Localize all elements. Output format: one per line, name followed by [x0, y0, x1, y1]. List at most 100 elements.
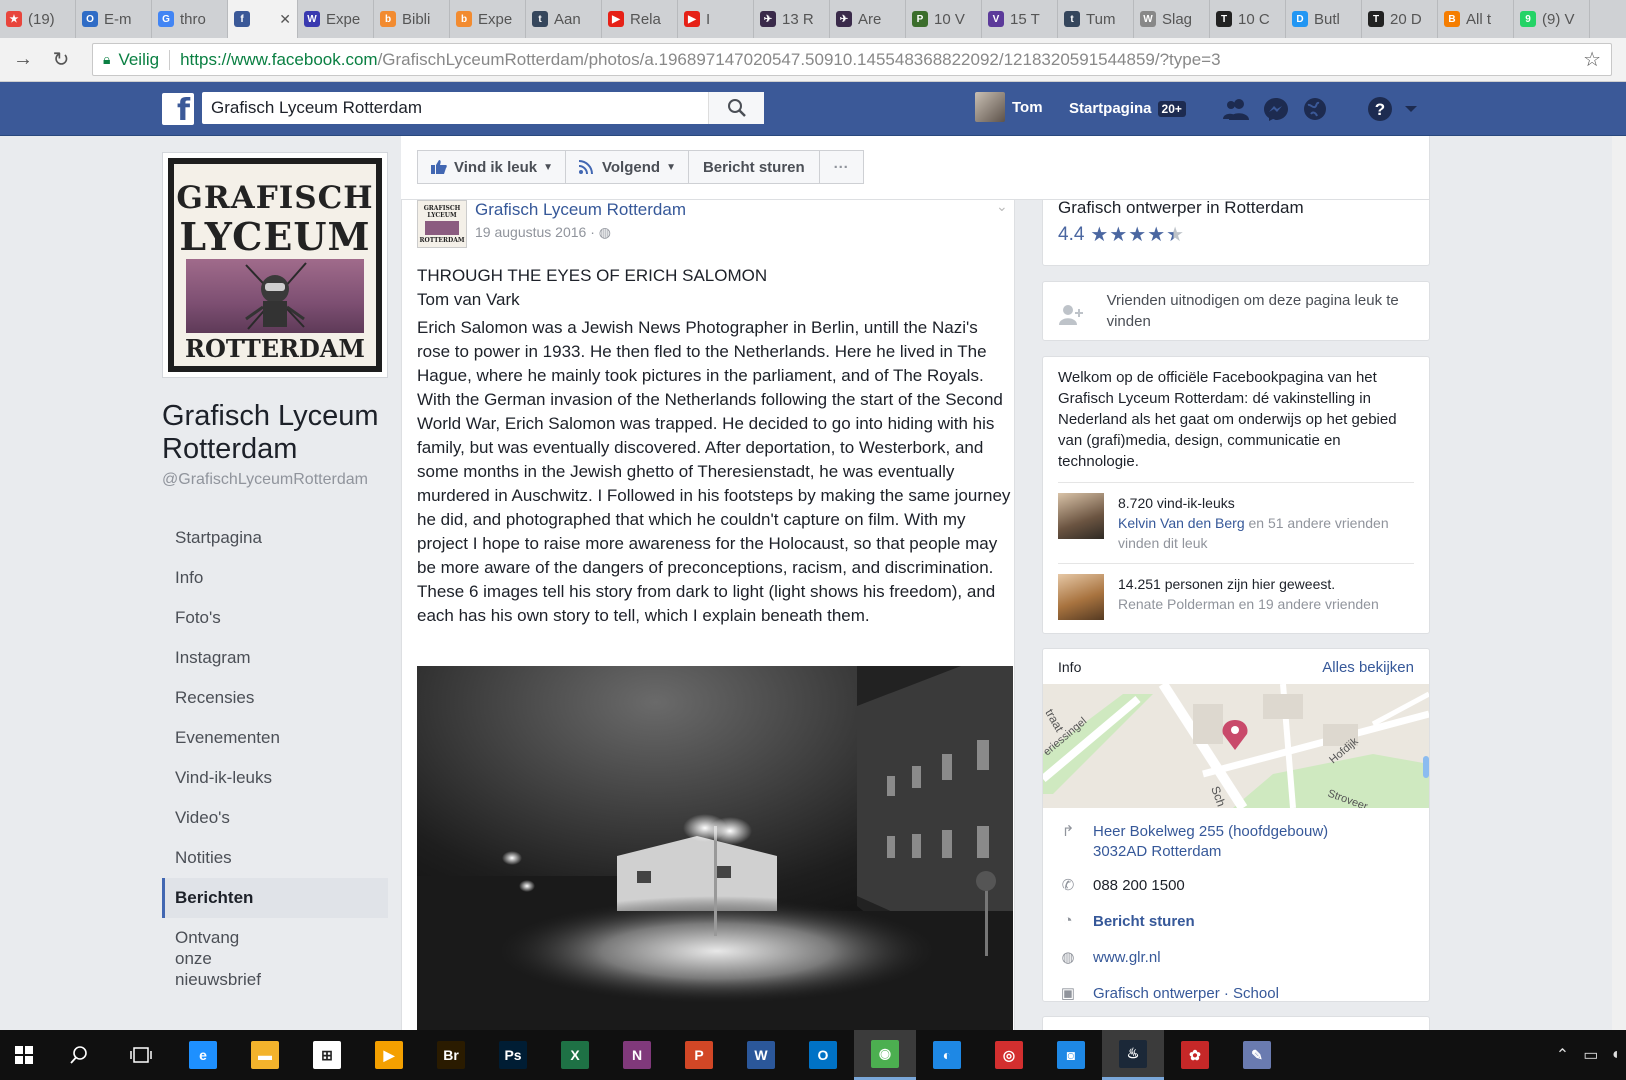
taskbar-excel-icon[interactable]: X [544, 1030, 606, 1080]
browser-tab[interactable]: W Expe [298, 0, 374, 38]
browser-tab[interactable]: Gthro [152, 0, 228, 38]
help-icon[interactable]: ? [1366, 96, 1394, 122]
visits-stat[interactable]: 14.251 personen zijn hier geweest. Renat… [1058, 563, 1414, 630]
browser-tab[interactable]: 9 (9) V [1514, 0, 1590, 38]
post-photo[interactable] [417, 666, 1013, 1030]
invite-friends-card[interactable]: Vrienden uitnodigen om deze pagina leuk … [1042, 281, 1430, 341]
taskbar-store-icon[interactable]: ⊞ [296, 1030, 358, 1080]
browser-tab[interactable]: V 15 T [982, 0, 1058, 38]
reload-icon[interactable]: ↻ [46, 45, 76, 75]
home-link[interactable]: Startpagina 20+ [1069, 100, 1186, 117]
close-tab-icon[interactable]: ✕ [279, 11, 291, 28]
location-map[interactable]: traat eriessingel Sch Hofdijk Stroveer [1043, 684, 1429, 808]
account-menu-chevron-down-icon[interactable] [1397, 96, 1425, 122]
browser-tab[interactable]: t Tum [1058, 0, 1134, 38]
follow-page-button[interactable]: Volgend ▼ [565, 150, 689, 184]
page-title[interactable]: Grafisch Lyceum Rotterdam [162, 400, 388, 466]
browser-tab[interactable]: ▶ Rela [602, 0, 678, 38]
browser-tab[interactable]: ✈ 13 R [754, 0, 830, 38]
website-row[interactable]: ◍ www.glr.nl [1043, 938, 1429, 974]
message-link[interactable]: Bericht sturen [1093, 912, 1195, 932]
notifications-globe-icon[interactable] [1301, 96, 1329, 122]
website-link[interactable]: www.glr.nl [1093, 948, 1161, 968]
taskbar-outlook-icon[interactable]: O [792, 1030, 854, 1080]
taskbar-media-icon[interactable]: ▶ [358, 1030, 420, 1080]
browser-tab[interactable]: T 20 D [1362, 0, 1438, 38]
nav-videos[interactable]: Video's [162, 798, 388, 838]
taskbar-app-blue-icon[interactable]: ◐ [916, 1030, 978, 1080]
browser-tab-active[interactable]: f ✕ [228, 0, 298, 38]
friend-requests-icon[interactable] [1222, 96, 1250, 122]
see-all-link[interactable]: Alles bekijken [1322, 659, 1414, 676]
nav-startpagina[interactable]: Startpagina [162, 518, 388, 558]
nav-vind-ik-leuks[interactable]: Vind-ik-leuks [162, 758, 388, 798]
volume-icon[interactable]: ◖ [1610, 1046, 1620, 1064]
browser-tab[interactable]: P 10 V [906, 0, 982, 38]
nav-fotos[interactable]: Foto's [162, 598, 388, 638]
taskbar-word-icon[interactable]: W [730, 1030, 792, 1080]
browser-tab[interactable]: O E-m [76, 0, 152, 38]
taskbar-paint-icon[interactable]: ✎ [1226, 1030, 1288, 1080]
taskbar-edge-icon[interactable]: e [172, 1030, 234, 1080]
post-author-link[interactable]: Grafisch Lyceum Rotterdam [475, 200, 686, 220]
nav-notities[interactable]: Notities [162, 838, 388, 878]
bookmark-star-icon[interactable]: ☆ [1583, 47, 1601, 72]
messenger-icon[interactable] [1262, 96, 1290, 122]
likes-stat[interactable]: 8.720 vind-ik-leuks Kelvin Van den Berg … [1058, 482, 1414, 563]
browser-tab[interactable]: ✈ Are [830, 0, 906, 38]
tray-expand-chevron-up-icon[interactable]: ⌃ [1556, 1045, 1569, 1065]
send-message-button[interactable]: Bericht sturen [687, 150, 820, 184]
windows-start-icon[interactable] [0, 1030, 48, 1080]
facebook-logo-icon[interactable]: f [162, 93, 194, 125]
nav-instagram[interactable]: Instagram [162, 638, 388, 678]
page-profile-picture[interactable]: GRAFISCH LYCEUM ROTTERDAM [162, 152, 388, 378]
taskbar-app-dots-icon[interactable]: ✿ [1164, 1030, 1226, 1080]
browser-tab[interactable]: b Expe [450, 0, 526, 38]
post-author-avatar[interactable]: GRAFISCH LYCEUM ROTTERDAM [417, 200, 467, 248]
user-profile-link[interactable]: Tom [975, 92, 1043, 122]
search-icon[interactable] [48, 1030, 110, 1080]
page-scrollbar[interactable] [1612, 136, 1626, 1030]
more-options-button[interactable]: ··· [818, 150, 864, 184]
taskbar-steam-icon[interactable]: ♨ [1102, 1030, 1164, 1080]
search-button[interactable] [708, 92, 764, 124]
nav-recensies[interactable]: Recensies [162, 678, 388, 718]
browser-tab[interactable]: B All t [1438, 0, 1514, 38]
taskbar-app-red-icon[interactable]: ◎ [978, 1030, 1040, 1080]
like-page-button[interactable]: Vind ik leuk ▼ [417, 150, 566, 184]
browser-tab[interactable]: W Slag [1134, 0, 1210, 38]
nav-evenementen[interactable]: Evenementen [162, 718, 282, 758]
browser-tab[interactable]: T 10 C [1210, 0, 1286, 38]
taskbar-photoshop-icon[interactable]: Ps [482, 1030, 544, 1080]
page-rating[interactable]: 4.4 ★★★★★ [1058, 222, 1414, 247]
likes-friend-link[interactable]: Kelvin Van den Berg [1118, 515, 1245, 531]
browser-tab[interactable]: ▶ I [678, 0, 754, 38]
browser-tab[interactable]: ★ (19) [0, 0, 76, 38]
message-row[interactable]: ◔ Bericht sturen [1043, 902, 1429, 938]
address-bar[interactable]: 🔒︎ Veilig https://www.facebook.com/Grafi… [92, 43, 1612, 76]
task-view-icon[interactable] [110, 1030, 172, 1080]
rss-follow-icon [578, 160, 593, 175]
taskbar-chrome-icon[interactable]: ◉ [854, 1030, 916, 1080]
nav-info[interactable]: Info [162, 558, 388, 598]
address-row[interactable]: ↱ Heer Bokelweg 255 (hoofdgebouw) 3032AD … [1043, 816, 1429, 868]
search-input[interactable] [202, 98, 702, 118]
url-text[interactable]: https://www.facebook.com/GrafischLyceumR… [180, 50, 1220, 70]
network-icon[interactable]: ▭ [1583, 1045, 1598, 1065]
browser-tab[interactable]: t Aan [526, 0, 602, 38]
browser-tab[interactable]: D Butl [1286, 0, 1362, 38]
back-icon[interactable]: → [8, 45, 38, 75]
taskbar-app-camera-icon[interactable]: ◙ [1040, 1030, 1102, 1080]
taskbar-bridge-icon[interactable]: Br [420, 1030, 482, 1080]
taskbar-explorer-icon[interactable]: ▬ [234, 1030, 296, 1080]
category-links[interactable]: Grafisch ontwerper · School [1093, 984, 1279, 1004]
post-date[interactable]: 19 augustus 2016 · ◍ [475, 224, 686, 241]
nav-nieuwsbrief[interactable]: Ontvang onze nieuwsbrief [162, 918, 272, 1000]
nav-berichten[interactable]: Berichten [162, 878, 388, 918]
taskbar-onenote-icon[interactable]: N [606, 1030, 668, 1080]
post-options-chevron-down-icon[interactable]: ⌄ [996, 198, 1008, 215]
phone-row[interactable]: ✆ 088 200 1500 [1043, 868, 1429, 902]
browser-tab[interactable]: b Bibli [374, 0, 450, 38]
public-globe-icon: ◍ [598, 224, 611, 240]
taskbar-powerpoint-icon[interactable]: P [668, 1030, 730, 1080]
